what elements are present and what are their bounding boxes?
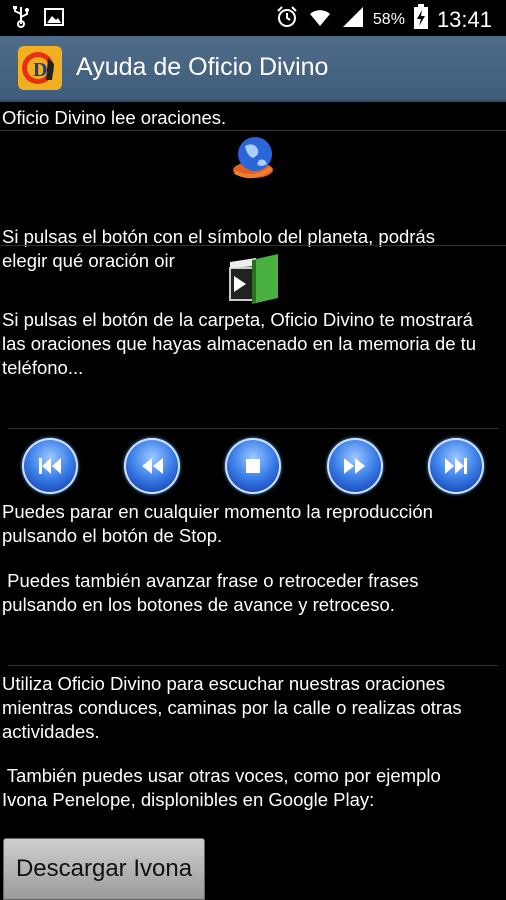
advance-text-line-2: pulsando en los botones de avance y retr… — [2, 594, 395, 615]
use-text-line-1: Utiliza Oficio Divino para escuchar nues… — [2, 673, 446, 694]
folder-text-line-1: Si pulsas el botón de la carpeta, Oficio… — [2, 309, 473, 330]
use-text-line-2: mientras conduces, caminas por la calle … — [2, 697, 462, 718]
clock-time: 13:41 — [436, 6, 492, 32]
app-title: Ayuda de Oficio Divino — [76, 53, 329, 81]
battery-percent: 58% — [372, 10, 405, 28]
folder-icon — [226, 252, 282, 311]
folder-text-line-3: teléfono... — [2, 357, 84, 378]
divider — [8, 665, 498, 666]
stop-icon — [246, 459, 260, 473]
planet-icon — [227, 132, 279, 189]
alarm-icon — [275, 5, 299, 34]
advance-text-line-1: Puedes también avanzar frase o retrocede… — [2, 570, 419, 591]
download-ivona-button[interactable]: Descargar Ivona — [3, 838, 205, 900]
gallery-icon — [44, 8, 64, 31]
playback-controls — [0, 438, 506, 496]
wifi-icon — [307, 6, 333, 33]
signal-icon — [341, 6, 365, 33]
stop-text-line-1: Puedes parar en cualquier momento la rep… — [2, 501, 433, 522]
folder-text-line-2: las oraciones que hayas almacenado en la… — [2, 333, 477, 354]
status-bar: 58% 13:41 — [0, 0, 506, 36]
svg-text:D: D — [33, 59, 47, 81]
action-bar: D Ayuda de Oficio Divino — [0, 36, 506, 102]
app-logo-icon[interactable]: D — [18, 46, 62, 90]
use-text-line-3: actividades. — [2, 721, 100, 742]
skip-back-icon — [39, 458, 61, 474]
fast-forward-button[interactable] — [326, 438, 383, 494]
rewind-button[interactable] — [123, 438, 180, 494]
usb-icon — [12, 6, 30, 33]
stop-text-line-2: pulsando el botón de Stop. — [2, 525, 223, 546]
skip-forward-icon — [445, 458, 467, 474]
battery-charging-icon — [413, 4, 429, 35]
voices-text-line-1: También puedes usar otras voces, como po… — [2, 765, 441, 786]
fast-forward-icon — [343, 458, 365, 474]
rewind-icon — [141, 458, 163, 474]
intro-text: Oficio Divino lee oraciones. — [2, 107, 227, 128]
voices-text-line-2: Ivona Penelope, displonibles en Google P… — [2, 789, 375, 810]
stop-button[interactable] — [225, 438, 281, 494]
divider — [0, 245, 506, 246]
skip-forward-button[interactable] — [428, 438, 484, 494]
skip-back-button[interactable] — [22, 438, 78, 494]
divider — [8, 428, 498, 429]
